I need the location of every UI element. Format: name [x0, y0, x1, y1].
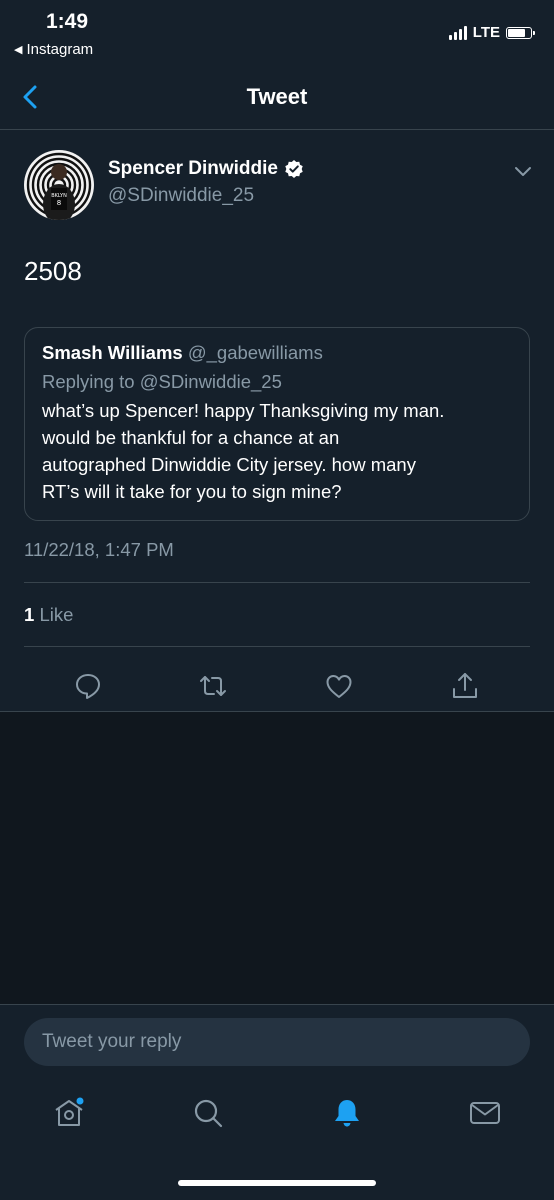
status-bar: 1:49 ◀ Instagram LTE — [0, 0, 554, 72]
svg-text:8: 8 — [57, 199, 61, 207]
quote-replying-to: Replying to @SDinwiddie_25 — [42, 371, 282, 392]
quote-text-line: what’s up Spencer! happy Thanksgiving my… — [42, 400, 445, 421]
quote-author-handle: @_gabewilliams — [187, 342, 323, 363]
quote-text-line: would be thankful for a chance at an — [42, 427, 340, 448]
likes-count[interactable]: 1 Like — [24, 604, 73, 626]
author-name-label: Spencer Dinwiddie — [108, 158, 278, 179]
verified-badge-icon — [285, 160, 303, 178]
notifications-icon[interactable] — [330, 1096, 364, 1130]
share-icon[interactable] — [450, 671, 480, 701]
author-name[interactable]: Spencer Dinwiddie — [108, 158, 304, 180]
tweet-actions — [0, 661, 554, 713]
status-time: 1:49 — [46, 10, 89, 33]
avatar-image: BKLYN 8 — [24, 150, 94, 220]
chevron-down-icon[interactable] — [514, 164, 532, 178]
back-to-app-link[interactable]: ◀ Instagram — [14, 41, 93, 58]
retweet-icon[interactable] — [198, 671, 228, 701]
tweet-timestamp: 11/22/18, 1:47 PM — [24, 539, 174, 560]
back-app-label: Instagram — [26, 41, 94, 58]
avatar[interactable]: BKLYN 8 — [24, 150, 94, 220]
nav-bar: Tweet — [0, 72, 554, 130]
home-indicator — [178, 1180, 376, 1186]
tweet-text: 2508 — [24, 256, 82, 286]
page-title: Tweet — [246, 84, 308, 109]
quote-text-line: autographed Dinwiddie City jersey. how m… — [42, 454, 416, 475]
quote-author-name: Smash Williams — [42, 342, 183, 363]
quote-header: Smash Williams @_gabewilliams — [42, 342, 512, 364]
quote-text: what’s up Spencer! happy Thanksgiving my… — [42, 397, 512, 505]
quote-text-line: RT’s will it take for you to sign mine? — [42, 481, 342, 502]
reply-icon[interactable] — [73, 671, 103, 701]
likes-number: 1 — [24, 604, 35, 625]
likes-label: Like — [39, 604, 74, 625]
reply-composer — [0, 1004, 554, 1078]
messages-icon[interactable] — [468, 1096, 502, 1130]
reply-input[interactable] — [24, 1018, 530, 1066]
divider — [24, 646, 530, 647]
search-icon[interactable] — [191, 1096, 225, 1130]
like-icon[interactable] — [324, 671, 354, 701]
status-indicators: LTE — [448, 24, 535, 41]
signal-icon — [448, 25, 467, 40]
divider — [24, 582, 530, 583]
network-label: LTE — [472, 24, 500, 41]
author-handle[interactable]: @SDinwiddie_25 — [108, 185, 254, 207]
empty-reply-area — [0, 712, 554, 1004]
battery-icon — [506, 26, 535, 39]
back-triangle-icon: ◀ — [14, 44, 23, 56]
home-icon[interactable] — [52, 1096, 86, 1130]
quoted-tweet[interactable]: Smash Williams @_gabewilliams Replying t… — [24, 327, 530, 521]
